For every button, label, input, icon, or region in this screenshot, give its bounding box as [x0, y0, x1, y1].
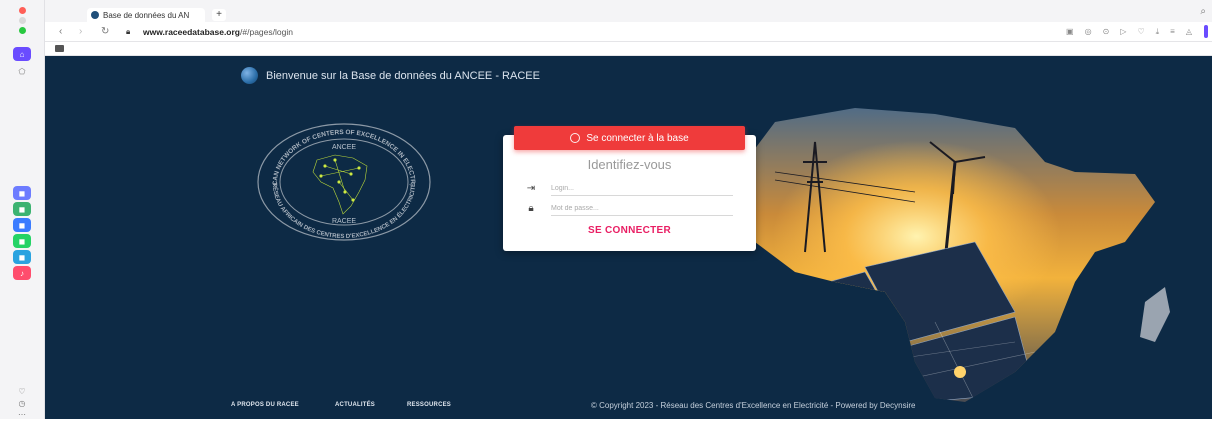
login-input[interactable]: [551, 181, 733, 196]
address-bar: ‹ › ↻ 🔒︎ www.raceedatabase.org/#/pages/l…: [45, 22, 1212, 42]
footer-link-about[interactable]: A PROPOS DU RACEE: [231, 402, 299, 408]
footer-copyright: © Copyright 2023 - Réseau des Centres d'…: [591, 401, 915, 410]
whatsapp-icon[interactable]: ◼: [13, 234, 31, 248]
reader-icon[interactable]: ▣: [1066, 27, 1074, 37]
lock-icon: 🔒︎: [126, 27, 130, 37]
login-card: Se connecter à la base Identifiez-vous ⇥…: [503, 135, 756, 251]
new-tab-button[interactable]: +: [212, 9, 226, 21]
download-icon[interactable]: ⤓: [1156, 27, 1160, 37]
url-field[interactable]: www.raceedatabase.org/#/pages/login: [143, 27, 293, 37]
footer-link-resources[interactable]: RESSOURCES: [407, 402, 451, 408]
welcome-header: Bienvenue sur la Base de données du ANCE…: [241, 67, 540, 84]
logo-racee: RACEE: [332, 218, 356, 225]
list-icon[interactable]: ≡: [1170, 27, 1175, 37]
maximize-window-icon[interactable]: [19, 27, 26, 34]
page-footer: A PROPOS DU RACEE ACTUALITÉS RESSOURCES …: [45, 399, 1212, 413]
forward-button[interactable]: ›: [79, 26, 82, 37]
tab-bar: Base de données du AN + ⌕: [45, 0, 1212, 22]
send-icon[interactable]: ▷: [1120, 27, 1126, 37]
favicon-icon: [91, 11, 99, 19]
folder-icon[interactable]: [55, 45, 64, 52]
lock-icon: 🔒︎: [523, 203, 539, 214]
profile-icon[interactable]: ◬: [1186, 27, 1192, 37]
logo-ancee: ANCEE: [332, 144, 356, 151]
login-page: Bienvenue sur la Base de données du ANCE…: [45, 56, 1212, 419]
back-button[interactable]: ‹: [59, 26, 62, 37]
footer-link-news[interactable]: ACTUALITÉS: [335, 402, 375, 408]
close-window-icon[interactable]: [19, 7, 26, 14]
africa-network-icon: [313, 155, 367, 214]
login-card-header-text: Se connecter à la base: [586, 133, 688, 144]
login-field-row: ⇥: [523, 180, 733, 197]
shield-icon[interactable]: ⊙: [1103, 27, 1110, 37]
fingerprint-icon: [570, 133, 580, 143]
welcome-text: Bienvenue sur la Base de données du ANCE…: [266, 70, 540, 82]
bookmarks-bar: [45, 42, 1212, 56]
toolbar-icons: ▣ ◎ ⊙ ▷ ♡ ⤓ ≡ ◬: [1066, 27, 1192, 37]
browser-sidebar: ⌂ ⬠ ◼ ◼ ◼ ◼ ◼ ♪ ♡ ◷ ⋯: [0, 0, 45, 419]
browser-tab[interactable]: Base de données du AN: [87, 8, 205, 22]
extension-indicator: [1204, 25, 1208, 38]
music-icon[interactable]: ♪: [13, 266, 31, 280]
url-host: www.raceedatabase.org: [143, 27, 240, 37]
url-path: /#/pages/login: [240, 27, 293, 37]
connect-button[interactable]: SE CONNECTER: [503, 225, 756, 236]
camera-icon[interactable]: ◎: [1085, 27, 1092, 37]
heart-icon[interactable]: ♡: [1137, 27, 1144, 37]
password-input[interactable]: [551, 201, 733, 216]
ancee-logo: AFRICAN NETWORK OF CENTERS OF EXCELLENCE…: [255, 122, 433, 242]
telegram-icon[interactable]: ◼: [13, 250, 31, 264]
sidebar-app-2-icon[interactable]: ◼: [13, 202, 31, 216]
madagascar-shape: [1140, 287, 1170, 342]
messenger-icon[interactable]: ◼: [13, 218, 31, 232]
login-card-header: Se connecter à la base: [514, 126, 745, 150]
minimize-window-icon[interactable]: [19, 17, 26, 24]
globe-icon: [241, 67, 258, 84]
login-arrow-icon: ⇥: [523, 183, 539, 194]
shapes-icon[interactable]: ⬠: [13, 64, 31, 78]
login-title: Identifiez-vous: [503, 157, 756, 172]
reload-button[interactable]: ↻: [101, 26, 109, 37]
sidebar-app-1-icon[interactable]: ◼: [13, 186, 31, 200]
search-icon[interactable]: ⌕: [1200, 6, 1206, 17]
password-field-row: 🔒︎: [523, 200, 733, 217]
tab-title: Base de données du AN: [103, 11, 189, 20]
home-icon[interactable]: ⌂: [13, 47, 31, 61]
africa-energy-image: [715, 102, 1195, 419]
